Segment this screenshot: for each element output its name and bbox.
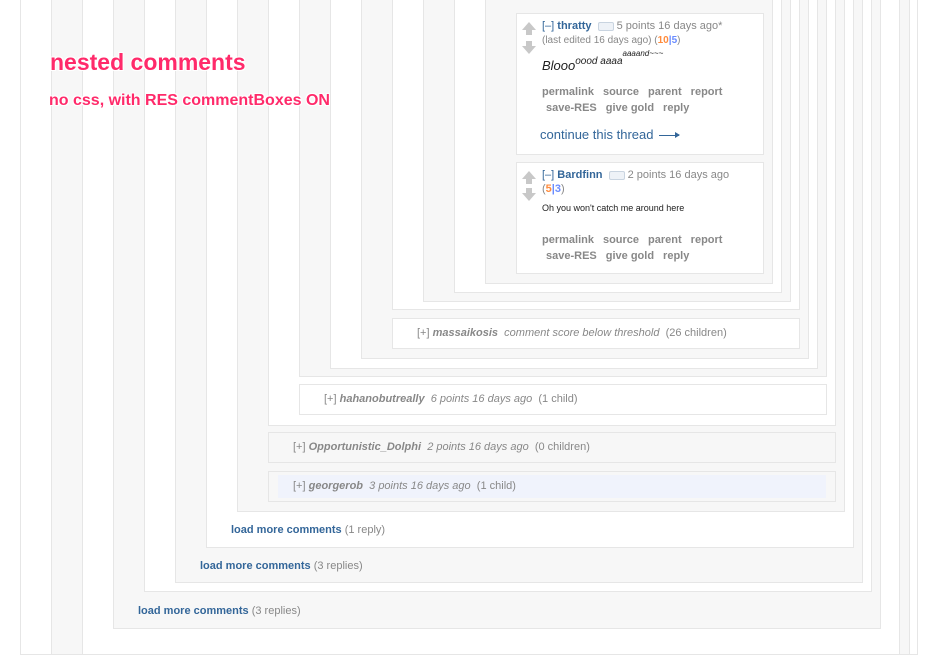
- save-res-button[interactable]: save-RES: [546, 250, 597, 262]
- collapsed-comment-opportunistic-dolphi[interactable]: [+] Opportunistic_Dolphi 2 points 16 day…: [268, 432, 836, 463]
- continue-thread-label: continue this thread: [540, 127, 654, 142]
- collapsed-comment-georgerob[interactable]: [+] georgerob 3 points 16 days ago (1 ch…: [268, 471, 836, 502]
- collapsed-info: 3 points 16 days ago: [369, 480, 471, 492]
- vote-up-count: 10: [657, 35, 669, 46]
- body-superscript-2: aaaand~~~: [622, 49, 664, 58]
- comment-thratty: [–] thratty 5 points 16 days ago* (last …: [516, 13, 764, 155]
- user-tag-icon[interactable]: [597, 21, 614, 31]
- user-tag-icon[interactable]: [608, 170, 625, 180]
- collapsed-line: [+] massaikosis comment score below thre…: [417, 327, 727, 339]
- load-more-count: (3 replies): [313, 560, 363, 572]
- comment-buttons: permalink source parent report: [542, 86, 731, 98]
- comment-author[interactable]: hahanobutreally: [340, 393, 425, 405]
- comment-author[interactable]: Bardfinn: [557, 169, 602, 181]
- collapsed-comment-hahanobutreally[interactable]: [+] hahanobutreally 6 points 16 days ago…: [299, 384, 827, 415]
- save-res-button[interactable]: save-RES: [546, 102, 597, 114]
- permalink-button[interactable]: permalink: [542, 234, 594, 246]
- permalink-button[interactable]: permalink: [542, 86, 594, 98]
- comment-author[interactable]: georgerob: [309, 480, 363, 492]
- expand-toggle[interactable]: [+]: [293, 480, 306, 492]
- upvote-icon[interactable]: [522, 171, 536, 184]
- comment-author[interactable]: massaikosis: [433, 327, 498, 339]
- load-more-link[interactable]: load more comments: [231, 524, 342, 536]
- continue-thread-link[interactable]: continue this thread: [540, 127, 681, 142]
- parent-button[interactable]: parent: [648, 86, 682, 98]
- vote-close: ): [561, 183, 565, 195]
- comment-body: Blooooood aaaaaaaand~~~: [542, 49, 663, 73]
- comment-tagline: [–] thratty 5 points 16 days ago*: [542, 20, 722, 32]
- load-more-comments-2: load more comments (3 replies): [200, 560, 363, 572]
- downvote-icon[interactable]: [522, 188, 536, 201]
- comment-tagline: [–] Bardfinn 2 points 16 days ago: [542, 169, 729, 181]
- collapsed-info: 2 points 16 days ago: [427, 441, 529, 453]
- load-more-link[interactable]: load more comments: [200, 560, 311, 572]
- children-count: (26 children): [665, 327, 727, 339]
- comment-bardfinn: [–] Bardfinn 2 points 16 days ago (5|3) …: [516, 162, 764, 274]
- children-count: (0 children): [534, 441, 590, 453]
- load-more-link[interactable]: load more comments: [138, 605, 249, 617]
- comment-buttons-row2: save-RES give gold reply: [546, 250, 698, 262]
- upvote-icon[interactable]: [522, 22, 536, 35]
- collapsed-info: comment score below threshold: [504, 327, 660, 339]
- load-more-comments-3: load more comments (3 replies): [138, 605, 301, 617]
- comment-buttons: permalink source parent report: [542, 234, 731, 246]
- load-more-count: (3 replies): [251, 605, 301, 617]
- body-superscript-1: oood aaaa: [575, 56, 623, 67]
- source-button[interactable]: source: [603, 234, 639, 246]
- comment-score: 2 points 16 days ago: [627, 169, 730, 181]
- source-button[interactable]: source: [603, 86, 639, 98]
- expand-toggle[interactable]: [+]: [324, 393, 337, 405]
- report-button[interactable]: report: [691, 234, 723, 246]
- give-gold-button[interactable]: give gold: [606, 250, 654, 262]
- reply-button[interactable]: reply: [663, 102, 689, 114]
- give-gold-button[interactable]: give gold: [606, 102, 654, 114]
- comment-body: Oh you won't catch me around here: [542, 203, 685, 213]
- comment-author[interactable]: Opportunistic_Dolphi: [309, 441, 421, 453]
- edited-label: (last edited 16 days ago) (: [542, 35, 658, 46]
- arrow-right-icon: [659, 132, 681, 139]
- overlay-title: nested comments: [50, 49, 246, 75]
- collapsed-line: [+] Opportunistic_Dolphi 2 points 16 day…: [293, 441, 590, 453]
- downvote-icon[interactable]: [522, 41, 536, 54]
- comment-score: 5 points 16 days ago*: [616, 20, 723, 32]
- collapsed-info: 6 points 16 days ago: [430, 393, 533, 405]
- collapse-toggle[interactable]: [–]: [542, 20, 554, 32]
- report-button[interactable]: report: [691, 86, 723, 98]
- expand-toggle[interactable]: [+]: [417, 327, 430, 339]
- body-main: Blooo: [542, 58, 576, 73]
- edit-info: (last edited 16 days ago) (10|5): [542, 35, 680, 46]
- children-count: (1 child): [538, 393, 578, 405]
- edited-close: ): [677, 35, 681, 46]
- vote-info: (5|3): [542, 183, 565, 195]
- collapse-toggle[interactable]: [–]: [542, 169, 554, 181]
- collapsed-comment-massaikosis[interactable]: [+] massaikosis comment score below thre…: [392, 318, 800, 349]
- expand-toggle[interactable]: [+]: [293, 441, 306, 453]
- load-more-count: (1 reply): [344, 524, 386, 536]
- collapsed-line: [+] georgerob 3 points 16 days ago (1 ch…: [293, 480, 516, 492]
- comment-author[interactable]: thratty: [557, 20, 591, 32]
- children-count: (1 child): [476, 480, 516, 492]
- overlay-subtitle: no css, with RES commentBoxes ON: [49, 92, 330, 109]
- load-more-comments-1: load more comments (1 reply): [231, 524, 385, 536]
- parent-button[interactable]: parent: [648, 234, 682, 246]
- reply-button[interactable]: reply: [663, 250, 689, 262]
- collapsed-line: [+] hahanobutreally 6 points 16 days ago…: [324, 393, 577, 405]
- comment-buttons-row2: save-RES give gold reply: [546, 102, 698, 114]
